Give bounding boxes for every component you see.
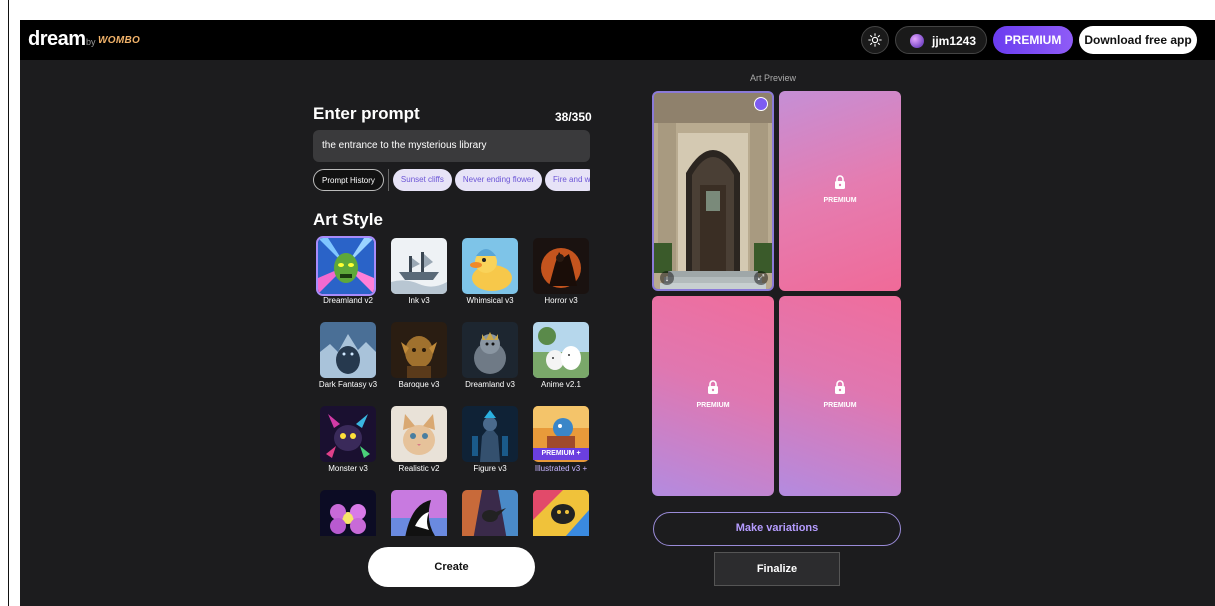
style-tile-realistic-v2[interactable]: Realistic v2 [384,404,454,482]
prompt-history-button[interactable]: Prompt History [313,169,384,191]
premium-button[interactable]: PREMIUM [993,26,1073,54]
style-tile-row4-1[interactable] [313,488,383,536]
style-thumbnail [320,322,376,378]
style-thumbnail [462,406,518,462]
style-label: Ink v3 [408,296,430,305]
style-thumbnail [391,490,447,536]
download-icon[interactable]: ↓ [660,271,674,285]
style-thumbnail [462,490,518,536]
style-thumbnail [316,236,376,296]
premium-lock-label: PREMIUM [696,402,730,409]
style-tile-row4-3[interactable] [455,488,525,536]
lock-icon [708,380,718,394]
finalize-button[interactable]: Finalize [714,552,840,586]
dream-app: dream by WOMBO jjm1243 PREMIUM Download … [20,20,1215,606]
style-label: Baroque v3 [398,380,440,389]
style-thumbnail [391,322,447,378]
preview-locked-2[interactable]: PREMIUM [652,296,774,496]
style-tile-ink-v3[interactable]: Ink v3 [384,236,454,314]
style-label: Illustrated v3 + [534,464,588,473]
prompt-input[interactable] [313,130,590,162]
library-entrance-image [654,93,772,289]
style-label: Horror v3 [544,296,578,305]
style-tile-dreamland-v2[interactable]: Dreamland v2 [313,236,383,314]
preview-locked-3[interactable]: PREMIUM [779,296,901,496]
create-button[interactable]: Create [368,547,535,587]
lock-icon [835,380,845,394]
style-tile-dark-fantasy-v3[interactable]: Dark Fantasy v3 [313,320,383,398]
preview-image-main[interactable]: ↓ ⤢ [652,91,774,291]
username: jjm1243 [932,34,977,48]
style-label: Figure v3 [473,464,507,473]
style-tile-anime-v2-1[interactable]: Anime v2.1 [526,320,593,398]
make-variations-button[interactable]: Make variations [653,512,901,546]
prompt-chips: Prompt History Sunset cliffs Never ending … [313,169,590,191]
logo-by-text: by [86,37,96,47]
lock-icon [835,175,845,189]
suggestion-chip[interactable]: Fire and w [545,169,590,191]
style-tile-baroque-v3[interactable]: Baroque v3 [384,320,454,398]
prompt-title: Enter prompt [313,104,420,123]
top-bar: dream by WOMBO jjm1243 PREMIUM Download … [20,20,1215,60]
user-menu-button[interactable]: jjm1243 [895,26,987,54]
style-tile-dreamland-v3[interactable]: Dreamland v3 [455,320,525,398]
art-preview-title: Art Preview [750,73,797,83]
style-thumbnail [462,238,518,294]
window-edge [8,0,9,606]
style-thumbnail [462,322,518,378]
style-label: Realistic v2 [398,464,440,473]
art-style-grid: Dreamland v2 Ink v3 Whimsical v3 Horror … [313,236,593,536]
prompt-char-count: 38/350 [555,110,592,124]
preview-locked-1[interactable]: PREMIUM [779,91,901,291]
style-tile-figure-v3[interactable]: Figure v3 [455,404,525,482]
suggestion-chip[interactable]: Sunset cliffs [392,169,452,191]
style-thumbnail [533,490,589,536]
style-thumbnail [533,322,589,378]
style-tile-monster-v3[interactable]: Monster v3 [313,404,383,482]
style-thumbnail [320,490,376,536]
style-thumbnail [391,238,447,294]
premium-tag: PREMIUM + [533,448,589,460]
expand-icon[interactable]: ⤢ [754,271,768,285]
avatar [910,34,924,48]
style-label: Whimsical v3 [466,296,514,305]
style-tile-illustrated-v3-plus[interactable]: PREMIUM + Illustrated v3 + [526,404,593,482]
style-label: Anime v2.1 [540,380,582,389]
download-app-button[interactable]: Download free app [1079,26,1197,54]
style-tile-whimsical-v3[interactable]: Whimsical v3 [455,236,525,314]
premium-lock-label: PREMIUM [823,197,857,204]
style-thumbnail [533,238,589,294]
style-thumbnail [391,406,447,462]
dream-logo[interactable]: dream [28,28,86,51]
style-thumbnail [320,406,376,462]
sun-icon [868,33,882,47]
suggestion-chip[interactable]: Never ending flower [454,169,543,191]
chip-divider [387,169,389,191]
theme-toggle-button[interactable] [861,26,889,54]
style-tile-horror-v3[interactable]: Horror v3 [526,236,593,314]
premium-lock-label: PREMIUM [823,402,857,409]
art-style-title: Art Style [313,210,383,229]
selected-indicator[interactable] [754,97,768,111]
style-tile-row4-4[interactable] [526,488,593,536]
style-label: Dreamland v3 [465,380,515,389]
style-tile-row4-2[interactable] [384,488,454,536]
wombo-logo: WOMBO [98,35,141,46]
